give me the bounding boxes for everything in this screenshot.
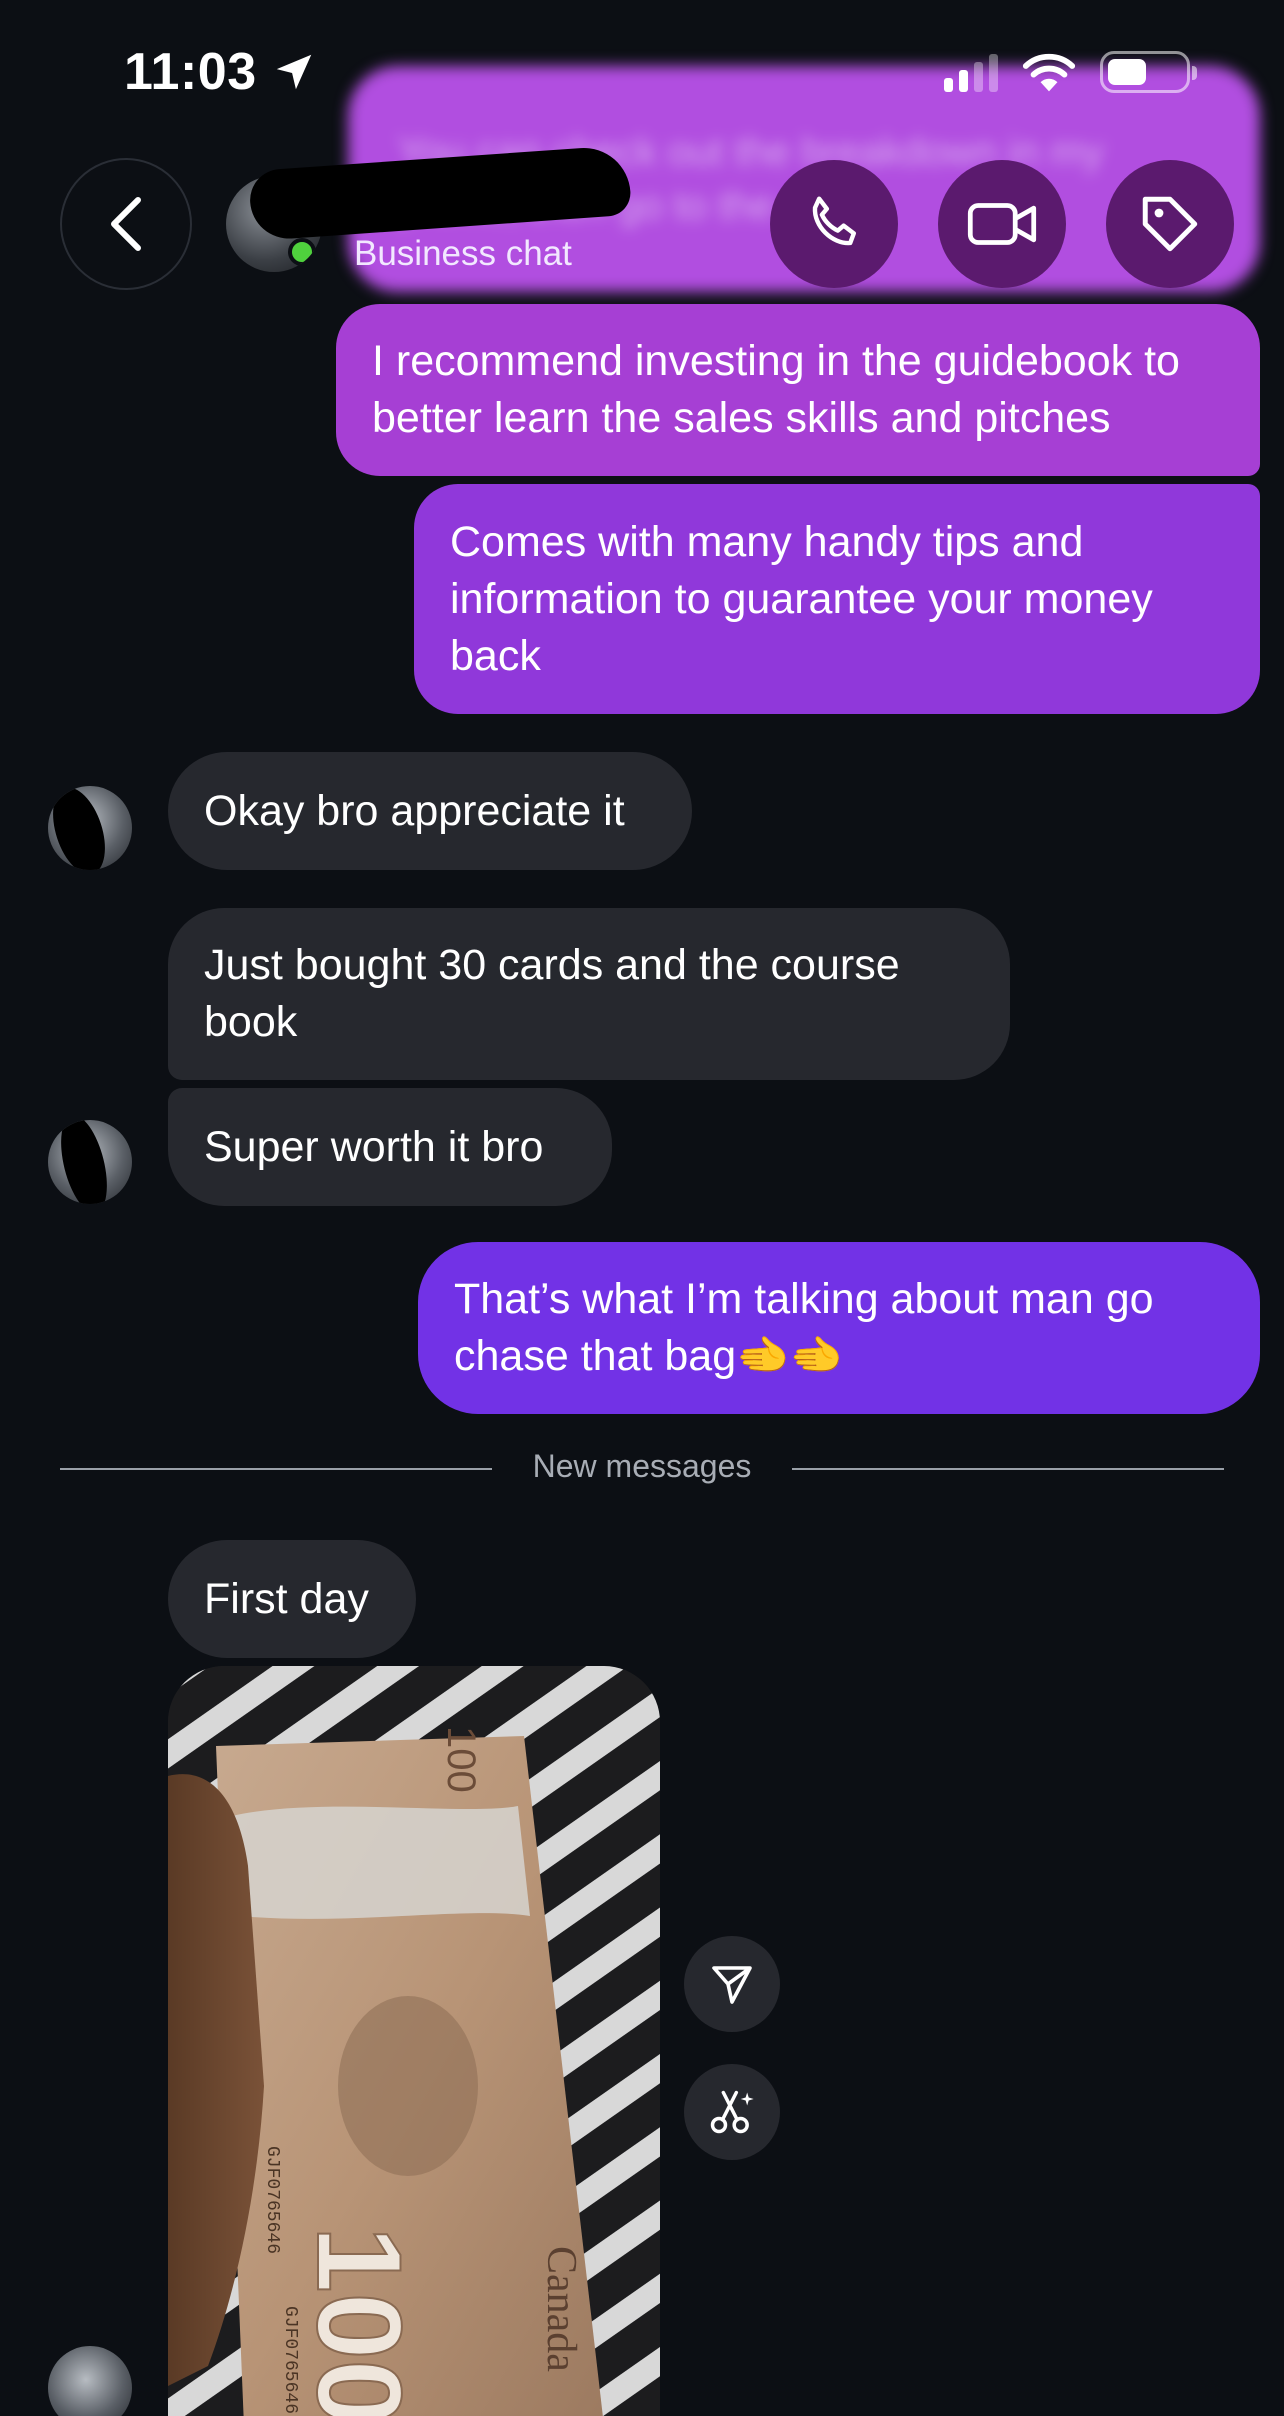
signal-icon: [944, 52, 998, 92]
video-call-button[interactable]: [938, 160, 1066, 288]
banknote-denomination: 100: [292, 2226, 426, 2416]
incoming-message[interactable]: Super worth it bro: [168, 1088, 612, 1206]
phone-icon: [812, 196, 856, 246]
banknote-serial: GJF0765646: [262, 2146, 282, 2254]
chat-screen: You can check out the breakdown in my pr…: [0, 0, 1284, 2416]
status-indicators: [944, 50, 1197, 94]
banknote-country: Canada: [538, 2246, 584, 2372]
send-icon: [712, 1966, 752, 2004]
incoming-message[interactable]: Just bought 30 cards and the course book: [168, 908, 1010, 1080]
incoming-message[interactable]: Okay bro appreciate it: [168, 752, 692, 870]
divider-line-left: [60, 1468, 492, 1470]
outgoing-message[interactable]: That’s what I’m talking about man go cha…: [418, 1242, 1260, 1414]
banknote-serial-2: GJF0765646: [280, 2306, 300, 2414]
share-button[interactable]: [684, 1936, 780, 2032]
location-arrow-icon: [276, 54, 311, 90]
banknote-photo: Canada 100 100 GJF0765646 GJF0765646: [168, 1666, 660, 2416]
status-time: 11:03: [124, 42, 317, 102]
tag-icon: [1142, 196, 1198, 252]
incoming-message[interactable]: First day: [168, 1540, 416, 1658]
divider-line-right: [792, 1468, 1224, 1470]
photo-message[interactable]: Canada 100 100 GJF0765646 GJF0765646: [168, 1666, 660, 2416]
new-messages-divider: New messages: [532, 1448, 752, 1484]
call-button[interactable]: [770, 160, 898, 288]
chevron-left-icon: [111, 197, 141, 251]
battery-icon: [1100, 51, 1197, 93]
outgoing-message[interactable]: I recommend investing in the guidebook t…: [336, 304, 1260, 476]
sender-avatar[interactable]: [48, 786, 132, 870]
banknote-denomination-small: 100: [439, 1726, 483, 1793]
ai-edit-button[interactable]: [684, 2064, 780, 2160]
sender-avatar[interactable]: [48, 2346, 132, 2416]
sender-avatar[interactable]: [48, 1120, 132, 1204]
chat-type-label: Business chat: [354, 234, 572, 273]
video-camera-icon: [967, 203, 1037, 245]
outgoing-message[interactable]: Comes with many handy tips and informati…: [414, 484, 1260, 714]
back-button[interactable]: [60, 158, 192, 290]
wifi-icon: [1022, 53, 1076, 92]
online-indicator: [288, 238, 316, 266]
scissors-sparkle-icon: [710, 2090, 754, 2134]
label-button[interactable]: [1106, 160, 1234, 288]
